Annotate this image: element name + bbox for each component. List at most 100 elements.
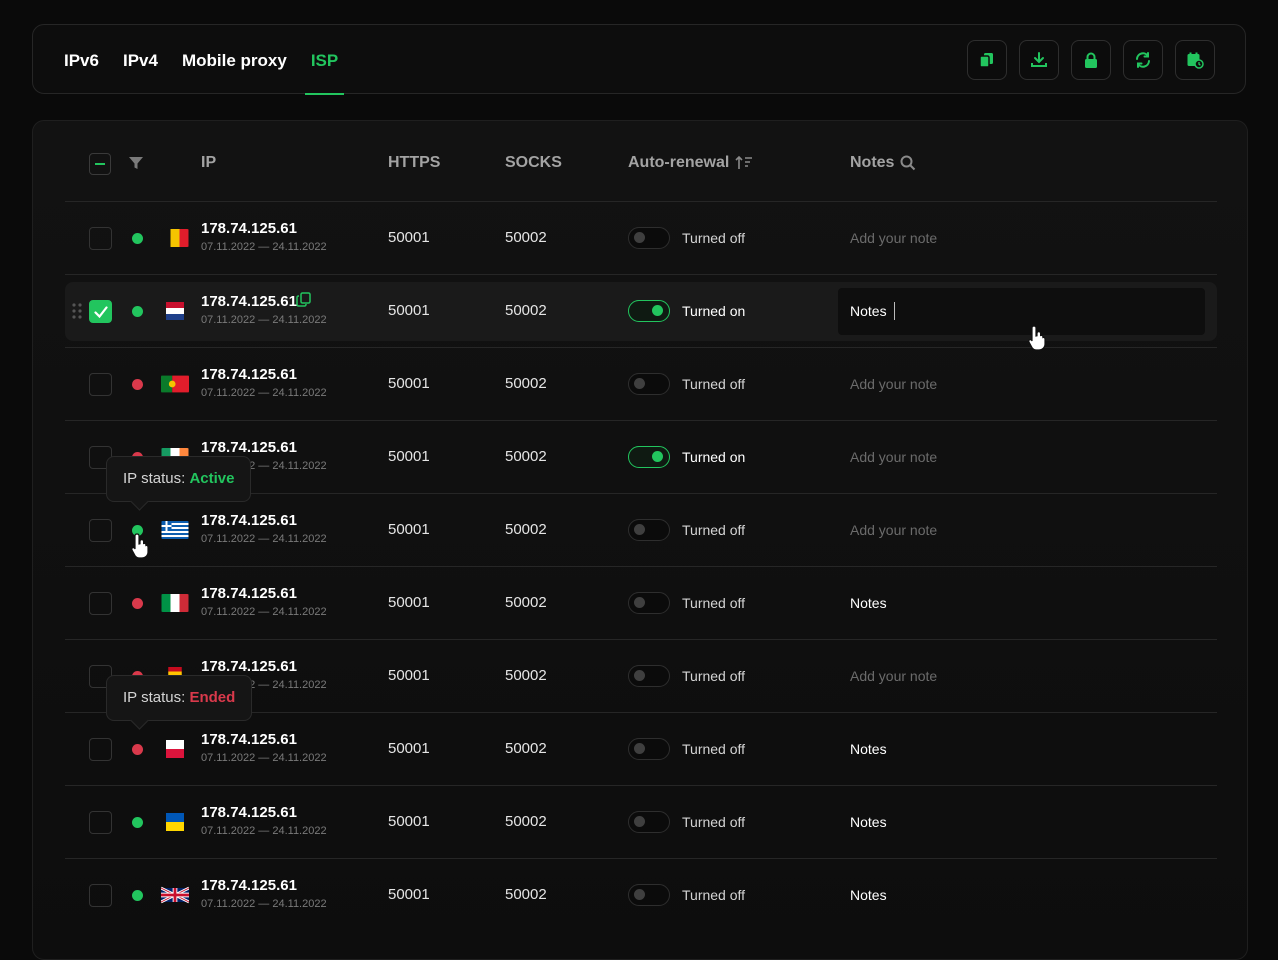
https-port: 50001 — [388, 229, 430, 246]
proxy-tabs: IPv6 IPv4 Mobile proxy ISP — [64, 25, 362, 95]
note-input[interactable]: Notes — [838, 288, 1205, 335]
rental-period: 07.11.2022 — 24.11.2022 — [201, 752, 327, 764]
schedule-button[interactable] — [1175, 40, 1215, 80]
ip-address[interactable]: 178.74.125.61 — [201, 585, 297, 602]
auto-renewal-state: Turned off — [682, 814, 746, 830]
auto-renewal-toggle[interactable] — [628, 811, 670, 833]
refresh-button[interactable] — [1123, 40, 1163, 80]
socks-port: 50002 — [505, 813, 547, 830]
ip-address[interactable]: 178.74.125.61 — [201, 512, 297, 529]
note-field[interactable]: Add your note — [850, 522, 937, 538]
ip-address[interactable]: 178.74.125.61 — [201, 731, 297, 748]
auto-renewal-toggle[interactable] — [628, 227, 670, 249]
socks-port: 50002 — [505, 302, 547, 319]
refresh-icon — [1136, 52, 1150, 68]
auto-renewal-state: Turned off — [682, 230, 746, 246]
ip-address[interactable]: 178.74.125.61 — [201, 658, 297, 675]
note-field[interactable]: Notes — [850, 814, 887, 830]
auto-renewal-toggle[interactable] — [628, 884, 670, 906]
flag-poland-icon — [161, 740, 189, 758]
column-ip: IP — [201, 154, 217, 171]
ip-status-indicator[interactable] — [132, 525, 143, 536]
row-checkbox[interactable] — [89, 373, 112, 396]
search-icon[interactable] — [900, 155, 916, 171]
note-field[interactable]: Add your note — [850, 376, 937, 392]
ip-status-indicator[interactable] — [132, 306, 143, 317]
note-field[interactable]: Notes — [850, 887, 887, 903]
table-row[interactable]: 178.74.125.61 07.11.2022 — 24.11.2022 5000… — [65, 785, 1217, 858]
ip-address[interactable]: 178.74.125.61 — [201, 293, 297, 310]
auto-renewal-toggle[interactable] — [628, 592, 670, 614]
ip-status-indicator[interactable] — [132, 379, 143, 390]
rental-period: 07.11.2022 — 24.11.2022 — [201, 314, 327, 326]
note-field[interactable]: Add your note — [850, 230, 937, 246]
row-checkbox[interactable] — [89, 884, 112, 907]
note-field[interactable]: Notes — [850, 595, 887, 611]
row-checkbox[interactable] — [89, 738, 112, 761]
ip-address[interactable]: 178.74.125.61 — [201, 439, 297, 456]
ip-status-indicator[interactable] — [132, 744, 143, 755]
copy-icon[interactable] — [296, 292, 311, 307]
ip-address[interactable]: 178.74.125.61 — [201, 804, 297, 821]
ip-status-indicator[interactable] — [132, 598, 143, 609]
copy-button[interactable] — [967, 40, 1007, 80]
tab-ipv4[interactable]: IPv4 — [123, 25, 158, 95]
socks-port: 50002 — [505, 594, 547, 611]
column-auto-renewal[interactable]: Auto-renewal — [628, 154, 753, 172]
flag-italy-icon — [161, 594, 189, 612]
row-checkbox[interactable] — [89, 592, 112, 615]
socks-port: 50002 — [505, 667, 547, 684]
ip-address[interactable]: 178.74.125.61 — [201, 366, 297, 383]
tooltip-label: IP status: — [123, 470, 186, 487]
drag-handle-icon[interactable] — [72, 302, 82, 320]
auto-renewal-toggle[interactable] — [628, 665, 670, 687]
socks-port: 50002 — [505, 229, 547, 246]
table-row[interactable]: 178.74.125.61 07.11.2022 — 24.11.2022 5000… — [65, 201, 1217, 274]
column-notes-label: Notes — [850, 154, 895, 171]
row-checkbox[interactable] — [89, 227, 112, 250]
filter-icon[interactable] — [128, 156, 144, 170]
table-row[interactable]: 178.74.125.61 07.11.2022 — 24.11.2022 5000… — [65, 566, 1217, 639]
flag-greece-icon — [161, 521, 189, 539]
tab-isp[interactable]: ISP — [304, 25, 345, 95]
table-row[interactable]: 178.74.125.61 07.11.2022 — 24.11.2022 5000… — [65, 274, 1217, 347]
socks-port: 50002 — [505, 886, 547, 903]
proxy-type-bar: IPv6 IPv4 Mobile proxy ISP — [32, 24, 1246, 95]
auto-renewal-state: Turned off — [682, 376, 746, 392]
flag-netherlands-icon — [161, 302, 189, 320]
column-notes[interactable]: Notes — [850, 154, 916, 172]
rental-period: 07.11.2022 — 24.11.2022 — [201, 898, 327, 910]
auto-renewal-toggle[interactable] — [628, 738, 670, 760]
auto-renewal-toggle[interactable] — [628, 300, 670, 322]
tab-ipv6[interactable]: IPv6 — [64, 25, 99, 95]
auto-renewal-toggle[interactable] — [628, 519, 670, 541]
https-port: 50001 — [388, 521, 430, 538]
https-port: 50001 — [388, 813, 430, 830]
ip-status-indicator[interactable] — [132, 817, 143, 828]
sort-icon[interactable] — [735, 155, 753, 171]
copy-icon — [979, 53, 993, 68]
table-row[interactable]: 178.74.125.61 07.11.2022 — 24.11.2022 5000… — [65, 858, 1217, 931]
ip-address[interactable]: 178.74.125.61 — [201, 877, 297, 894]
socks-port: 50002 — [505, 521, 547, 538]
note-field[interactable]: Notes — [850, 741, 887, 757]
select-all-checkbox[interactable] — [89, 153, 111, 175]
ip-status-indicator[interactable] — [132, 233, 143, 244]
rental-period: 07.11.2022 — 24.11.2022 — [201, 606, 327, 618]
ip-status-indicator[interactable] — [132, 890, 143, 901]
row-checkbox[interactable] — [89, 811, 112, 834]
row-checkbox[interactable] — [89, 519, 112, 542]
table-row[interactable]: 178.74.125.61 07.11.2022 — 24.11.2022 5000… — [65, 712, 1217, 785]
note-field[interactable]: Add your note — [850, 449, 937, 465]
socks-port: 50002 — [505, 375, 547, 392]
download-button[interactable] — [1019, 40, 1059, 80]
auto-renewal-toggle[interactable] — [628, 446, 670, 468]
ip-address[interactable]: 178.74.125.61 — [201, 220, 297, 237]
note-field[interactable]: Add your note — [850, 668, 937, 684]
table-row[interactable]: 178.74.125.61 07.11.2022 — 24.11.2022 5000… — [65, 347, 1217, 420]
lock-button[interactable] — [1071, 40, 1111, 80]
row-checkbox[interactable] — [89, 300, 112, 323]
table-row[interactable]: 178.74.125.61 07.11.2022 — 24.11.2022 5000… — [65, 493, 1217, 566]
auto-renewal-toggle[interactable] — [628, 373, 670, 395]
tab-mobile-proxy[interactable]: Mobile proxy — [182, 25, 287, 95]
